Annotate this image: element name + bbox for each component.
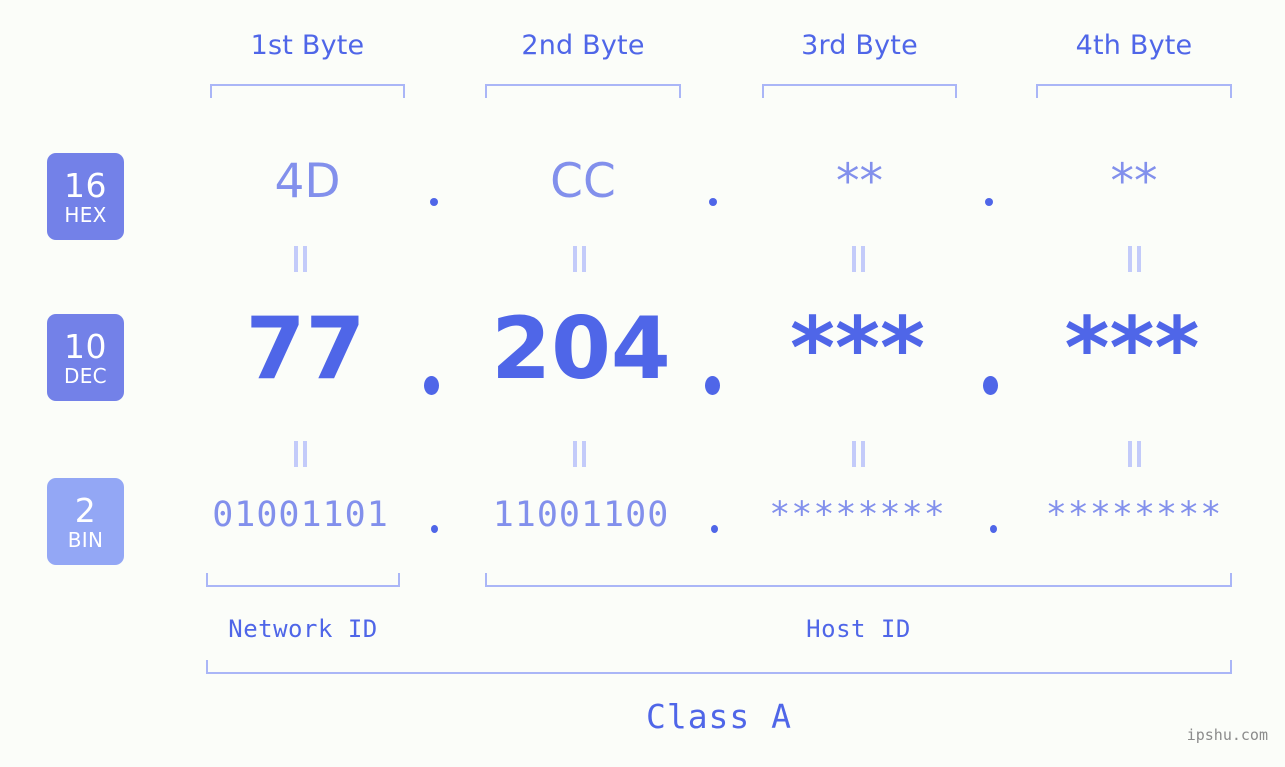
class-bracket [206, 660, 1232, 674]
hex-byte-4: ** [1110, 154, 1158, 209]
badge-dec: 10 DEC [47, 314, 124, 401]
byte-bracket-2 [485, 84, 681, 98]
dec-separator-dot-2 [705, 376, 720, 395]
hex-separator-dot-3 [985, 198, 993, 206]
byte-header-label-3: 3rd Byte [801, 30, 918, 61]
dec-byte-1: 77 [245, 299, 366, 399]
hex-byte-2: CC [550, 154, 616, 209]
site-watermark: ipshu.com [1186, 726, 1268, 744]
badge-hex-name: HEX [64, 202, 107, 227]
hex-separator-dot-1 [430, 198, 438, 206]
ip-address-byte-breakdown-diagram: 1st Byte 2nd Byte 3rd Byte 4th Byte 16 H… [0, 0, 1285, 767]
byte-header-label-4: 4th Byte [1075, 30, 1193, 61]
dec-separator-dot-1 [424, 376, 439, 395]
byte-bracket-1 [210, 84, 405, 98]
dec-byte-4: *** [1064, 299, 1200, 399]
bin-byte-3: ******** [769, 495, 946, 535]
byte-bracket-3 [762, 84, 957, 98]
hex-byte-1: 4D [274, 154, 341, 209]
host-id-label: Host ID [806, 615, 911, 643]
network-id-label: Network ID [228, 615, 378, 643]
dec-byte-2: 204 [491, 299, 671, 399]
network-id-bracket [206, 573, 400, 587]
bin-separator-dot-1 [431, 525, 438, 533]
equality-mark-dec-bin-3 [852, 441, 865, 467]
bin-separator-dot-3 [990, 525, 997, 533]
badge-dec-number: 10 [64, 326, 107, 366]
dec-separator-dot-3 [983, 376, 998, 395]
bin-byte-1: 01001101 [212, 495, 389, 535]
equality-mark-hex-dec-2 [573, 246, 586, 272]
equality-mark-dec-bin-4 [1128, 441, 1141, 467]
badge-dec-name: DEC [64, 363, 107, 388]
badge-bin-name: BIN [67, 527, 104, 552]
equality-mark-dec-bin-1 [294, 441, 307, 467]
byte-header-label-2: 2nd Byte [521, 30, 645, 61]
hex-byte-3: ** [836, 154, 883, 209]
class-label: Class A [645, 697, 793, 736]
badge-hex-number: 16 [64, 165, 107, 205]
equality-mark-hex-dec-1 [294, 246, 307, 272]
bin-byte-4: ******** [1045, 495, 1223, 535]
badge-bin-number: 2 [74, 490, 97, 530]
byte-header-label-1: 1st Byte [250, 30, 365, 61]
byte-bracket-4 [1036, 84, 1232, 98]
badge-hex: 16 HEX [47, 153, 124, 240]
bin-byte-2: 11001100 [492, 495, 670, 535]
host-id-bracket [485, 573, 1232, 587]
dec-byte-3: *** [790, 299, 925, 399]
hex-separator-dot-2 [709, 198, 717, 206]
bin-separator-dot-2 [711, 525, 718, 533]
equality-mark-hex-dec-4 [1128, 246, 1141, 272]
badge-bin: 2 BIN [47, 478, 124, 565]
equality-mark-dec-bin-2 [573, 441, 586, 467]
equality-mark-hex-dec-3 [852, 246, 865, 272]
